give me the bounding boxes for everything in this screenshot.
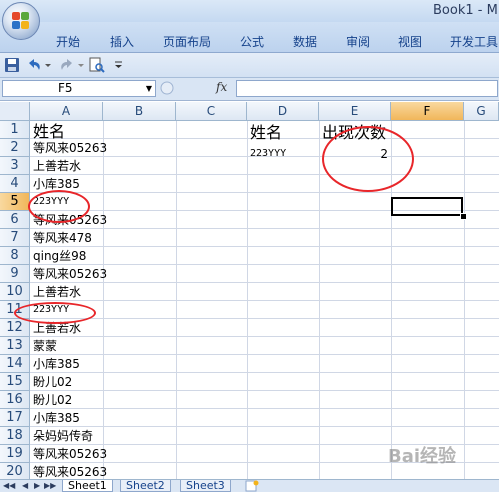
- sheet-tab-sheet2[interactable]: Sheet2: [120, 480, 171, 492]
- office-logo-icon: [12, 12, 30, 30]
- row-header-17[interactable]: 17: [0, 409, 30, 427]
- chevron-down-icon[interactable]: ▼: [146, 81, 152, 96]
- cell-a17[interactable]: 小库385: [31, 409, 103, 427]
- watermark: Bai经验: [388, 446, 457, 467]
- ribbon-tabs: 开始 插入 页面布局 公式 数据 审阅 视图 开发工具: [0, 22, 499, 53]
- cell-a19[interactable]: 等风来05263: [31, 445, 107, 463]
- row-header-6[interactable]: 6: [0, 211, 30, 229]
- cell-a3[interactable]: 上善若水: [31, 157, 103, 175]
- row-header-15[interactable]: 15: [0, 373, 30, 391]
- cell-a9[interactable]: 等风来05263: [31, 265, 107, 283]
- row-header-12[interactable]: 12: [0, 319, 30, 337]
- tab-review[interactable]: 审阅: [346, 33, 370, 50]
- column-header-b[interactable]: B: [103, 102, 176, 121]
- tab-data[interactable]: 数据: [293, 33, 317, 50]
- row-header-2[interactable]: 2: [0, 139, 30, 157]
- window-title: Book1 - M: [433, 3, 498, 18]
- name-box[interactable]: F5 ▼: [2, 80, 156, 97]
- office-button[interactable]: [2, 2, 40, 40]
- cell-a18[interactable]: 朵妈妈传奇: [31, 427, 103, 445]
- row-header-8[interactable]: 8: [0, 247, 30, 265]
- row-header-7[interactable]: 7: [0, 229, 30, 247]
- fill-handle[interactable]: [460, 213, 467, 220]
- row-header-1[interactable]: 1: [0, 121, 30, 139]
- redo-dropdown-icon[interactable]: [77, 57, 85, 73]
- cell-a10[interactable]: 上善若水: [31, 283, 103, 301]
- print-preview-icon[interactable]: [88, 57, 106, 73]
- column-header-a[interactable]: A: [30, 102, 103, 121]
- row-header-3[interactable]: 3: [0, 157, 30, 175]
- row-header-10[interactable]: 10: [0, 283, 30, 301]
- undo-dropdown-icon[interactable]: [44, 57, 52, 73]
- row-header-19[interactable]: 19: [0, 445, 30, 463]
- row-header-18[interactable]: 18: [0, 427, 30, 445]
- title-bar: Book1 - M: [0, 0, 499, 22]
- row-header-5[interactable]: 5: [0, 193, 30, 211]
- redo-icon[interactable]: [58, 57, 76, 73]
- tab-formulas[interactable]: 公式: [240, 33, 264, 50]
- cell-a8[interactable]: qing丝98: [31, 247, 103, 265]
- sheet-tab-sheet3[interactable]: Sheet3: [180, 480, 231, 492]
- sheet-tab-sheet1[interactable]: Sheet1: [62, 480, 113, 492]
- row-header-9[interactable]: 9: [0, 265, 30, 283]
- insert-sheet-icon[interactable]: [244, 480, 260, 492]
- cell-a14[interactable]: 小库385: [31, 355, 103, 373]
- column-header-d[interactable]: D: [247, 102, 319, 121]
- quick-access-toolbar: [0, 53, 499, 78]
- cell-a16[interactable]: 盼儿02: [31, 391, 103, 409]
- tab-home[interactable]: 开始: [56, 33, 80, 50]
- prev-sheet-icon[interactable]: ◀: [22, 480, 28, 492]
- last-sheet-icon[interactable]: ▶▶: [44, 480, 56, 492]
- formula-input[interactable]: [236, 80, 498, 97]
- column-header-g[interactable]: G: [464, 102, 499, 121]
- cell-a13[interactable]: 蒙蒙: [31, 337, 103, 355]
- formula-bar: F5 ▼ fx: [0, 78, 499, 101]
- cell-a7[interactable]: 等风来478: [31, 229, 103, 247]
- tab-page-layout[interactable]: 页面布局: [163, 33, 211, 50]
- insert-function-icon[interactable]: fx: [216, 80, 227, 94]
- sheet-tab-bar: ◀◀ ◀ ▶ ▶▶ Sheet1 Sheet2 Sheet3: [0, 479, 499, 492]
- cell-a15[interactable]: 盼儿02: [31, 373, 103, 391]
- undo-icon[interactable]: [25, 57, 43, 73]
- annotation-circle: [28, 190, 90, 223]
- annotation-circle: [14, 302, 96, 324]
- formula-buttons: fx: [160, 80, 234, 97]
- first-sheet-icon[interactable]: ◀◀: [3, 480, 15, 492]
- column-header-e[interactable]: E: [319, 102, 391, 121]
- column-header-f[interactable]: F: [391, 102, 464, 121]
- cell-a2[interactable]: 等风来05263: [31, 139, 107, 157]
- column-header-c[interactable]: C: [176, 102, 247, 121]
- cell-d2[interactable]: 223YYY: [248, 145, 318, 163]
- row-header-14[interactable]: 14: [0, 355, 30, 373]
- next-sheet-icon[interactable]: ▶: [34, 480, 40, 492]
- row-header-4[interactable]: 4: [0, 175, 30, 193]
- select-all-corner[interactable]: [0, 102, 30, 121]
- customize-toolbar-icon[interactable]: [114, 57, 124, 73]
- tab-insert[interactable]: 插入: [110, 33, 134, 50]
- annotation-circle: [322, 126, 414, 192]
- save-icon[interactable]: [4, 57, 20, 73]
- name-box-value: F5: [58, 81, 73, 95]
- row-header-13[interactable]: 13: [0, 337, 30, 355]
- tab-developer[interactable]: 开发工具: [450, 33, 498, 50]
- row-header-16[interactable]: 16: [0, 391, 30, 409]
- tab-view[interactable]: 视图: [398, 33, 422, 50]
- cell-d1[interactable]: 姓名: [248, 124, 318, 142]
- selected-cell-f5[interactable]: [391, 197, 463, 216]
- cancel-formula-icon[interactable]: [160, 81, 174, 95]
